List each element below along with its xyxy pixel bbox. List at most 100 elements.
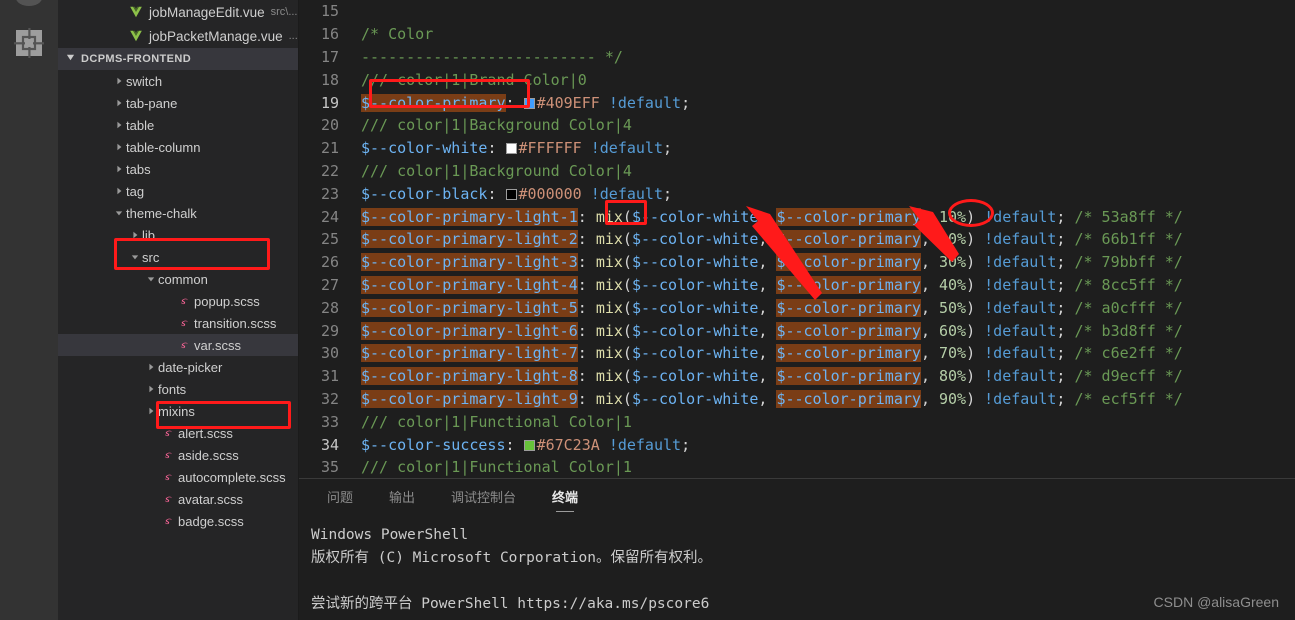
code-line[interactable]: 33 /// color|1|Functional Color|1 (299, 410, 1295, 433)
sass-file-icon (158, 470, 176, 484)
chevron-right-icon (144, 385, 158, 393)
line-number: 20 (320, 116, 339, 135)
chevron-down-icon (66, 53, 75, 65)
chevron-down-icon (144, 275, 158, 283)
code-line[interactable]: 20 /// color|1|Background Color|4 (299, 114, 1295, 137)
code-line[interactable]: 30 $--color-primary-light-7: mix($--color… (299, 342, 1295, 365)
activity-bar-top-glyph (16, 0, 42, 6)
line-number: 25 (320, 230, 339, 249)
panel-tab-label: 输出 (389, 491, 416, 506)
panel-tab-2[interactable]: 调试控制台 (451, 479, 516, 514)
tree-item-theme-chalk[interactable]: theme-chalk (58, 202, 299, 224)
terminal-line: 版权所有 (C) Microsoft Corporation。保留所有权利。 (311, 550, 712, 566)
code-line[interactable]: 29 $--color-primary-light-6: mix($--color… (299, 319, 1295, 342)
line-number: 27 (320, 275, 339, 294)
vscode-window: jobManageEdit.vue src\... jobPacketManag… (0, 0, 1295, 620)
line-number: 32 (320, 389, 339, 408)
tree-item-transition-scss[interactable]: transition.scss (58, 312, 299, 334)
line-number: 16 (320, 25, 339, 44)
chevron-right-icon (112, 165, 126, 173)
open-editor-path: ... (288, 30, 298, 42)
panel-tab-label: 问题 (327, 491, 354, 506)
open-editor-item[interactable]: jobManageEdit.vue src\... (58, 0, 299, 24)
code-line[interactable]: 24 $--color-primary-light-1: mix($--color… (299, 205, 1295, 228)
extensions-icon[interactable] (14, 28, 44, 63)
code-line[interactable]: 31 $--color-primary-light-8: mix($--color… (299, 365, 1295, 388)
tree-item-common[interactable]: common (58, 268, 299, 290)
tree-item-date-picker[interactable]: date-picker (58, 356, 299, 378)
code-line[interactable]: 27 $--color-primary-light-4: mix($--color… (299, 274, 1295, 297)
code-line[interactable]: 17 -------------------------- */ (299, 46, 1295, 69)
watermark: CSDN @alisaGreen (1153, 594, 1279, 610)
line-number: 33 (320, 412, 339, 431)
code-line[interactable]: 22 /// color|1|Background Color|4 (299, 160, 1295, 183)
open-editor-name: jobPacketManage.vue (149, 28, 283, 44)
code-line[interactable]: 28 $--color-primary-light-5: mix($--color… (299, 296, 1295, 319)
sass-file-icon (174, 316, 192, 330)
code-line[interactable]: 34 $--color-success: #67C23A !default; (299, 433, 1295, 456)
chevron-right-icon (112, 77, 126, 85)
code-line[interactable]: 15 (299, 0, 1295, 23)
color-swatch[interactable] (523, 439, 535, 451)
tree-item-var-scss[interactable]: var.scss (58, 334, 299, 356)
tree-item-popup-scss[interactable]: popup.scss (58, 290, 299, 312)
sidebar-explorer: jobManageEdit.vue src\... jobPacketManag… (58, 0, 299, 620)
tree-item-table[interactable]: table (58, 114, 299, 136)
line-number: 18 (320, 70, 339, 89)
code-line-text: $--color-primary-light-1: mix($--color-w… (361, 207, 1183, 226)
code-line-text: $--color-success: #67C23A !default; (361, 435, 691, 454)
line-number: 28 (320, 298, 339, 317)
vue-file-icon (129, 5, 143, 19)
color-swatch[interactable] (505, 188, 517, 200)
code-line-text: /// color|1|Functional Color|1 (361, 458, 632, 477)
tree-item-aside-scss[interactable]: aside.scss (58, 444, 299, 466)
code-editor[interactable]: 15 16 /* Color 17 --------------------------… (299, 0, 1295, 478)
terminal-line: 尝试新的跨平台 PowerShell https://aka.ms/pscore… (311, 596, 710, 612)
ten-percent-circle (948, 199, 994, 227)
tree-item-avatar-scss[interactable]: avatar.scss (58, 488, 299, 510)
code-line[interactable]: 25 $--color-primary-light-2: mix($--color… (299, 228, 1295, 251)
line-number: 31 (320, 367, 339, 386)
tree-item-autocomplete-scss[interactable]: autocomplete.scss (58, 466, 299, 488)
chevron-right-icon (112, 121, 126, 129)
tree-item-tabs[interactable]: tabs (58, 158, 299, 180)
tree-item-label: avatar.scss (178, 491, 244, 507)
tree-item-fonts[interactable]: fonts (58, 378, 299, 400)
code-line[interactable]: 35 /// color|1|Functional Color|1 (299, 456, 1295, 478)
line-number: 26 (320, 253, 339, 272)
line-number: 35 (320, 458, 339, 477)
terminal-line: Windows PowerShell (311, 527, 469, 543)
line-number: 15 (320, 2, 339, 21)
color-swatch[interactable] (505, 143, 517, 155)
tree-item-table-column[interactable]: table-column (58, 136, 299, 158)
panel-tab-1[interactable]: 输出 (389, 479, 415, 514)
line-number: 19 (320, 93, 339, 112)
tree-item-badge-scss[interactable]: badge.scss (58, 510, 299, 532)
explorer-section-header-dcpms-frontend[interactable]: DCPMS-FRONTEND (58, 48, 299, 70)
tree-item-tab-pane[interactable]: tab-pane (58, 92, 299, 114)
line-number: 17 (320, 47, 339, 66)
code-line-text: $--color-primary-light-4: mix($--color-w… (361, 275, 1183, 294)
mix-function-highlight-box (605, 200, 647, 225)
chevron-down-icon (112, 209, 126, 217)
code-line[interactable]: 26 $--color-primary-light-3: mix($--color… (299, 251, 1295, 274)
var-scss-highlight-box (156, 401, 291, 429)
tree-item-label: fonts (158, 381, 187, 397)
tree-item-label: transition.scss (194, 315, 277, 331)
code-line[interactable]: 16 /* Color (299, 23, 1295, 46)
code-line[interactable]: 32 $--color-primary-light-9: mix($--color… (299, 388, 1295, 411)
code-line[interactable]: 21 $--color-white: #FFFFFF !default; (299, 137, 1295, 160)
code-line-text: $--color-primary-light-8: mix($--color-w… (361, 367, 1183, 386)
explorer-section-title: DCPMS-FRONTEND (81, 53, 192, 65)
terminal-output[interactable]: Windows PowerShell 版权所有 (C) Microsoft Cor… (299, 514, 1295, 616)
chevron-right-icon (112, 99, 126, 107)
panel-tab-3[interactable]: 终端 (552, 479, 578, 514)
line-number: 34 (320, 435, 339, 454)
open-editor-item[interactable]: jobPacketManage.vue ... (58, 24, 299, 48)
tree-item-label: autocomplete.scss (178, 469, 286, 485)
code-line[interactable]: 23 $--color-black: #000000 !default; (299, 182, 1295, 205)
tree-item-switch[interactable]: switch (58, 70, 299, 92)
panel-tab-0[interactable]: 问题 (327, 479, 353, 514)
tree-item-tag[interactable]: tag (58, 180, 299, 202)
